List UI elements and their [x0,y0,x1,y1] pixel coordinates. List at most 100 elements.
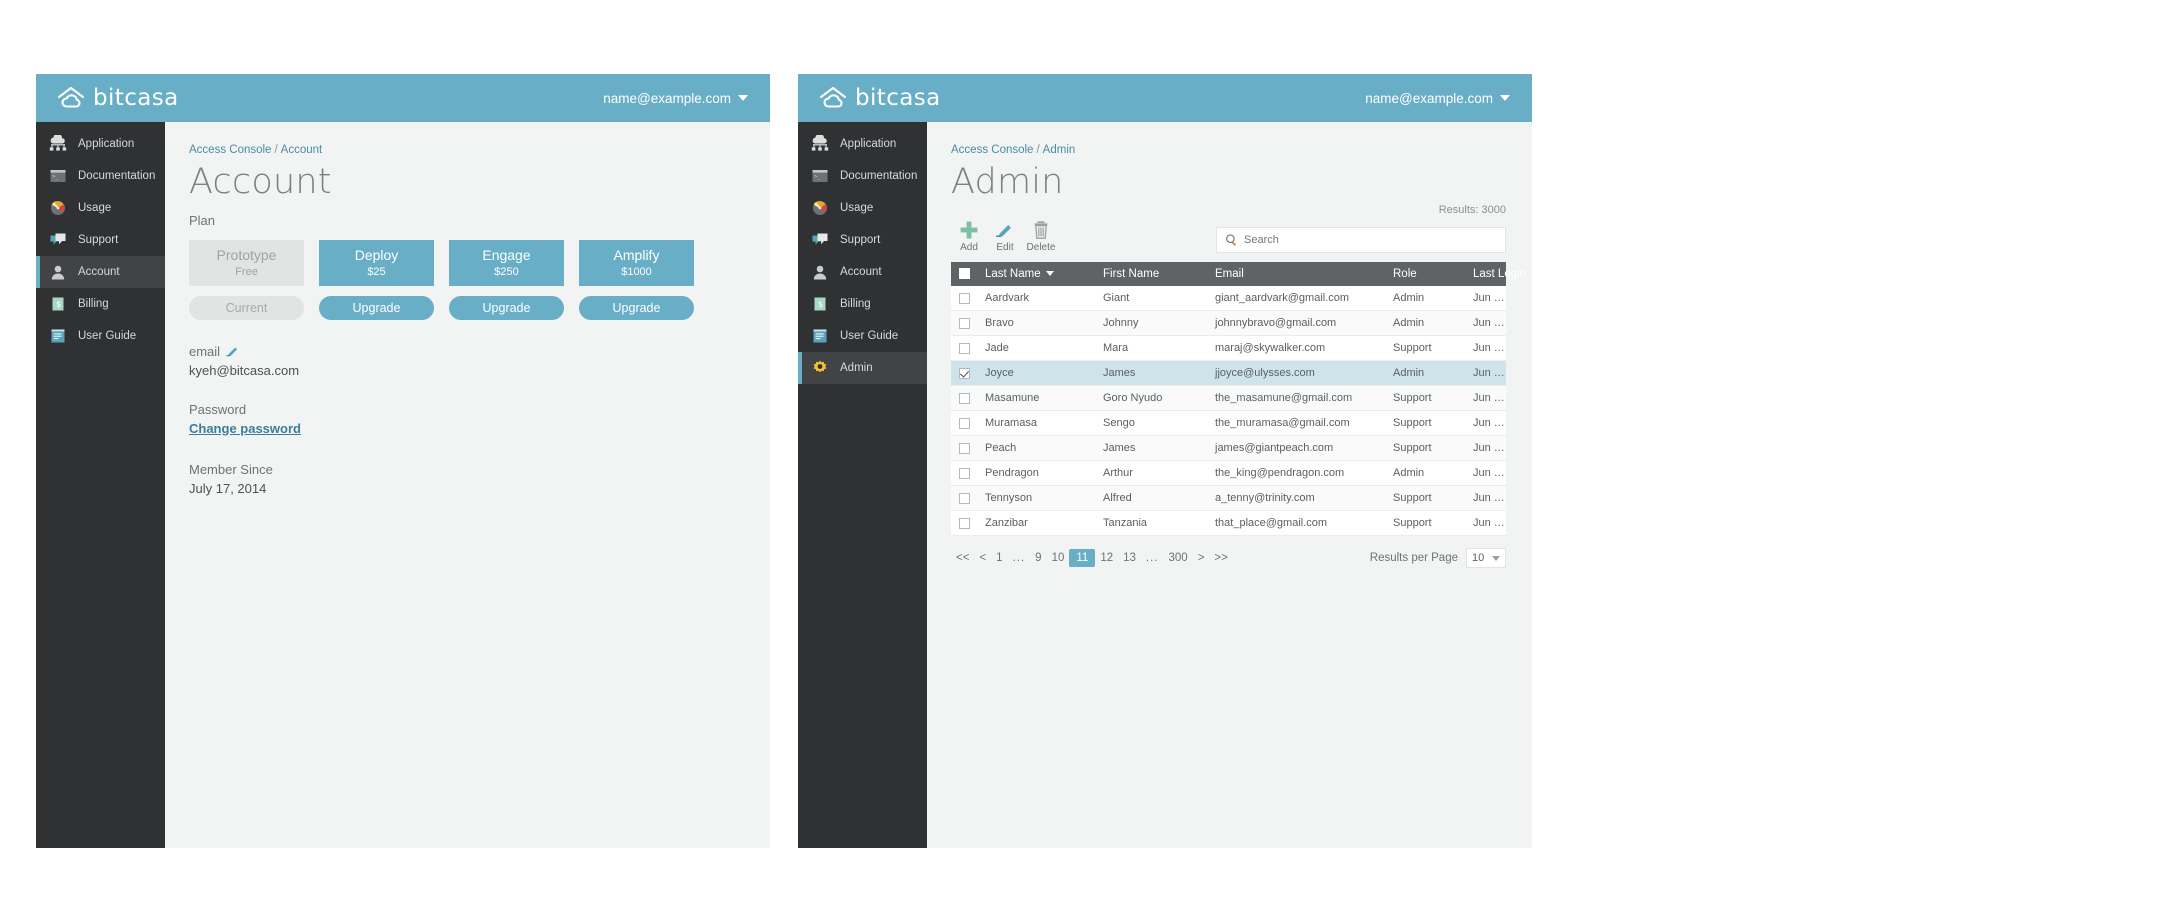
column-header-role[interactable]: Role [1385,261,1465,286]
sidebar-item-support[interactable]: Support [798,224,927,256]
breadcrumb: Access Console / Admin [951,144,1506,156]
brand-logo-group[interactable]: bitcasa [56,85,179,111]
account-menu-account-panel[interactable]: name@example.com [603,91,748,106]
row-checkbox-cell[interactable] [951,285,977,312]
breadcrumb-current[interactable]: Admin [1043,144,1076,156]
table-row[interactable]: Aardvark Giant giant_aardvark@gmail.com … [951,285,1506,312]
upgrade-engage-button[interactable]: Upgrade [449,295,564,320]
row-checkbox-cell[interactable] [951,485,977,512]
row-checkbox[interactable] [959,317,970,329]
cell-email: the_muramasa@gmail.com [1207,410,1385,437]
column-header-last-login[interactable]: Last Login [1465,261,1526,286]
sidebar-account-panel: Application >_ Documentation Usage Suppo… [36,122,165,848]
upgrade-deploy-button[interactable]: Upgrade [319,295,434,320]
sidebar-item-documentation[interactable]: >_ Documentation [36,160,165,192]
sidebar-item-application[interactable]: Application [36,128,165,160]
table-row[interactable]: Zanzibar Tanzania that_place@gmail.com S… [951,510,1506,537]
pagination-page-300[interactable]: 300 [1164,550,1193,566]
brand-logo-group-admin[interactable]: bitcasa [818,85,941,111]
sidebar-item-billing[interactable]: $ Billing [36,288,165,320]
sidebar-item-label: Support [78,234,119,246]
plan-card-prototype[interactable]: Prototype Free [189,239,304,286]
sidebar-item-usage[interactable]: Usage [36,192,165,224]
row-checkbox-cell[interactable] [951,385,977,412]
sidebar-item-billing[interactable]: $ Billing [798,288,927,320]
row-checkbox-cell[interactable] [951,460,977,487]
results-per-page-select[interactable]: 10 [1466,548,1506,569]
sidebar-item-account[interactable]: Account [798,256,927,288]
sidebar-item-user-guide[interactable]: User Guide [36,320,165,352]
table-row[interactable]: Tennyson Alfred a_tenny@trinity.com Supp… [951,485,1506,512]
row-checkbox-cell[interactable] [951,410,977,437]
row-checkbox[interactable] [959,367,970,379]
table-row[interactable]: Pendragon Arthur the_king@pendragon.com … [951,460,1506,487]
row-checkbox[interactable] [959,417,970,429]
cell-first-name: James [1095,360,1207,387]
plan-price: Free [235,266,258,279]
pagination-last[interactable]: >> [1209,550,1232,566]
add-button-label: Add [960,241,978,253]
plan-card-engage[interactable]: Engage $250 [449,239,564,286]
pagination-page-10[interactable]: 10 [1047,550,1070,566]
table-row[interactable]: Bravo Johnny johnnybravo@gmail.com Admin… [951,310,1506,337]
add-button[interactable]: Add [951,219,987,253]
delete-button-label: Delete [1026,241,1056,253]
table-row[interactable]: Peach James james@giantpeach.com Support… [951,435,1506,462]
email-label: email [189,343,221,359]
row-checkbox[interactable] [959,342,970,354]
sidebar-item-account[interactable]: Account [36,256,165,288]
upgrade-amplify-button[interactable]: Upgrade [579,295,694,320]
cell-last-login: Jun 3, 2014 2:55:14 PM PDT [1465,460,1506,487]
row-checkbox[interactable] [959,442,970,454]
plan-card-list: Prototype Free Deploy $25 Engage $250 Am… [189,239,744,286]
pagination-next[interactable]: > [1193,550,1210,566]
table-row[interactable]: Muramasa Sengo the_muramasa@gmail.com Su… [951,410,1506,437]
pagination-page-1[interactable]: 1 [991,550,1007,566]
row-checkbox[interactable] [959,392,970,404]
plan-card-amplify[interactable]: Amplify $1000 [579,239,694,286]
edit-button[interactable]: Edit [987,219,1023,253]
pagination-page-13[interactable]: 13 [1118,550,1141,566]
column-header-first-name[interactable]: First Name [1095,261,1207,286]
account-menu-admin-panel[interactable]: name@example.com [1365,91,1510,106]
pagination-page-12[interactable]: 12 [1095,550,1118,566]
row-checkbox[interactable] [959,292,970,304]
sidebar-item-support[interactable]: Support [36,224,165,256]
row-checkbox-cell[interactable] [951,310,977,337]
account-body: Application >_ Documentation Usage Suppo… [36,122,770,848]
column-header-last-name[interactable]: Last Name [977,261,1095,286]
sidebar-item-usage[interactable]: Usage [798,192,927,224]
row-checkbox[interactable] [959,492,970,504]
select-all-checkbox[interactable] [959,268,970,280]
breadcrumb-root[interactable]: Access Console [189,144,271,156]
row-checkbox[interactable] [959,517,970,529]
pagination-prev[interactable]: < [974,550,991,566]
sidebar-item-admin[interactable]: Admin [798,352,927,384]
change-password-link[interactable]: Change password [189,421,301,436]
row-checkbox[interactable] [959,467,970,479]
pagination-first[interactable]: << [951,550,974,566]
delete-button[interactable]: Delete [1023,219,1059,253]
sidebar-item-application[interactable]: Application [798,128,927,160]
documentation-window-icon: >_ [50,170,66,182]
table-row-selected[interactable]: Joyce James jjoyce@ulysses.com Admin Jun… [951,360,1506,387]
pagination-page-9[interactable]: 9 [1030,550,1046,566]
breadcrumb-current[interactable]: Account [281,144,323,156]
table-row[interactable]: Masamune Goro Nyudo the_masamune@gmail.c… [951,385,1506,412]
select-all-header[interactable] [951,261,977,286]
plan-card-deploy[interactable]: Deploy $25 [319,239,434,286]
edit-pencil-icon[interactable] [226,345,240,357]
row-checkbox-cell[interactable] [951,360,977,387]
column-header-email[interactable]: Email [1207,261,1385,286]
breadcrumb-root[interactable]: Access Console [951,144,1033,156]
search-box[interactable] [1216,226,1506,253]
row-checkbox-cell[interactable] [951,435,977,462]
sidebar-item-user-guide[interactable]: User Guide [798,320,927,352]
sidebar-item-documentation[interactable]: >_ Documentation [798,160,927,192]
table-row[interactable]: Jade Mara maraj@skywalker.com Support Ju… [951,335,1506,362]
row-checkbox-cell[interactable] [951,335,977,362]
row-checkbox-cell[interactable] [951,510,977,537]
search-input[interactable] [1244,233,1497,246]
pagination-page-11-active[interactable]: 11 [1069,549,1096,568]
pagination-ellipsis-right: ... [1145,552,1159,565]
